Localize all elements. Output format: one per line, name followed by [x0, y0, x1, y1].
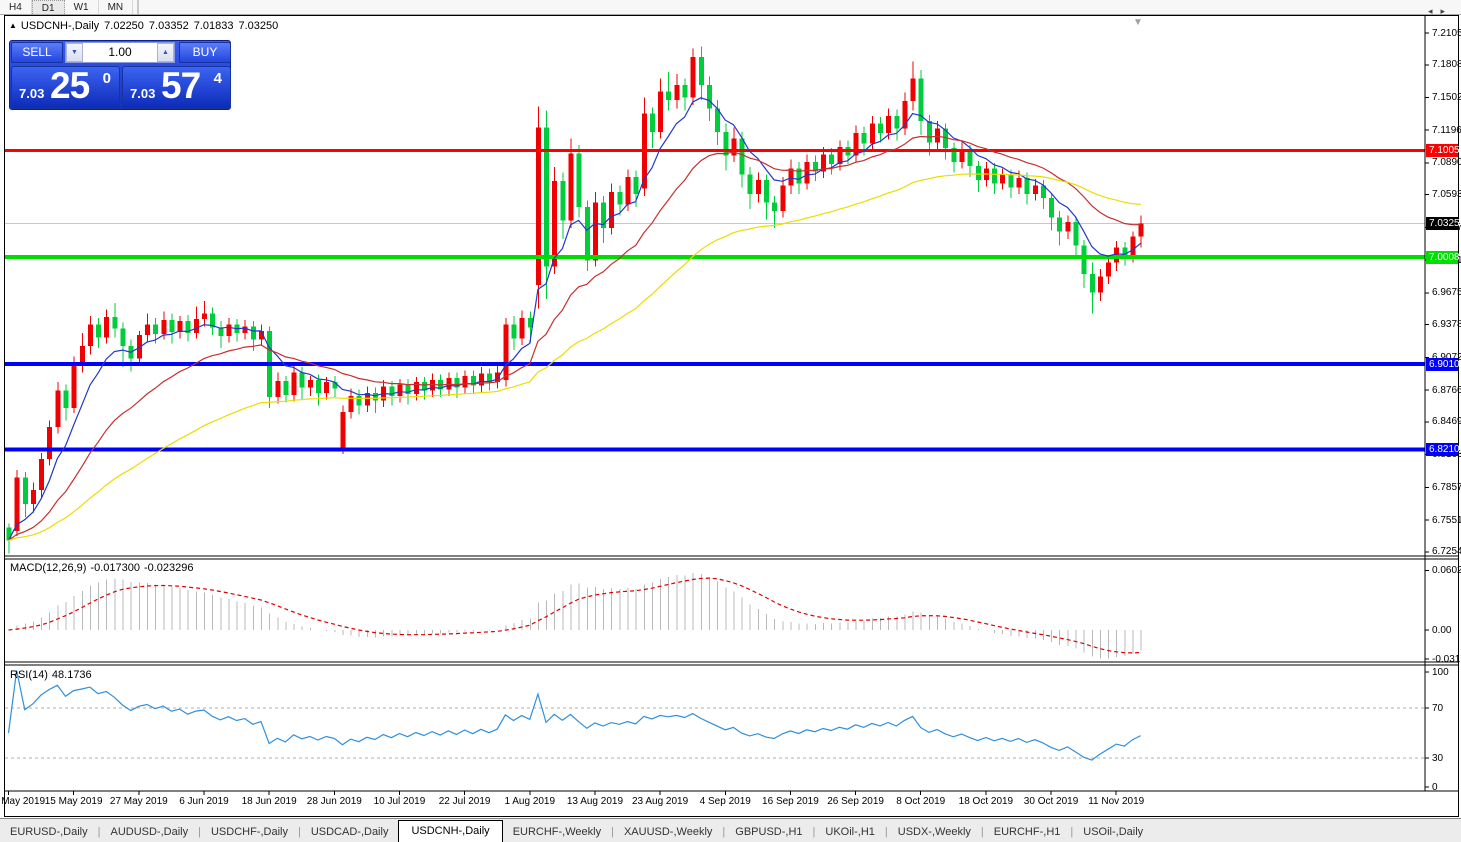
- chart-title: ▲ USDCNH-,Daily 7.02250 7.03352 7.01833 7.032…: [9, 20, 283, 32]
- price-tick-7.08900: 7.08900: [1432, 157, 1461, 168]
- tab-eurchf--weekly[interactable]: EURCHF-,Weekly: [503, 822, 611, 842]
- buy-price-prefix: 7.03: [130, 86, 155, 101]
- ohlc-high: 7.03352: [149, 20, 189, 32]
- rsi-tick-30: 30: [1432, 753, 1443, 764]
- volume-stepper: ▼ 1.00 ▲: [65, 42, 175, 63]
- sell-price-prefix: 7.03: [19, 86, 44, 101]
- tab-audusd--daily[interactable]: AUDUSD-,Daily: [100, 822, 198, 842]
- volume-input[interactable]: 1.00: [83, 43, 157, 62]
- tab-usdchf--daily[interactable]: USDCHF-,Daily: [201, 822, 298, 842]
- tab-ukoil--h1[interactable]: UKOil-,H1: [815, 822, 885, 842]
- price-tick-6.96750: 6.96750: [1432, 287, 1461, 298]
- tab-usdcad--daily[interactable]: USDCAD-,Daily: [301, 822, 399, 842]
- timeframe-button-w1[interactable]: W1: [65, 0, 99, 14]
- chart-canvas[interactable]: [5, 16, 1458, 816]
- price-badge-6.82103: 6.82103: [1426, 443, 1458, 456]
- macd-tick--0.031725: -0.031725: [1432, 654, 1461, 665]
- price-tick-6.78570: 6.78570: [1432, 482, 1461, 493]
- macd-label: MACD(12,26,9) -0.017300 -0.023296: [10, 562, 198, 574]
- tab-usoil--daily[interactable]: USOil-,Daily: [1073, 822, 1153, 842]
- timeframe-toolbar: H4D1W1MN: [0, 0, 1461, 15]
- rsi-tick-70: 70: [1432, 703, 1443, 714]
- ohlc-open: 7.02250: [104, 20, 144, 32]
- rsi-value: 48.1736: [52, 669, 92, 681]
- chart-client-area: ▲USDCNH-,Daily7.022507.033527.018337.032…: [5, 16, 1458, 816]
- rsi-tick-100: 100: [1432, 667, 1449, 678]
- price-tick-7.15020: 7.15020: [1432, 92, 1461, 103]
- timeframe-button-h4[interactable]: H4: [0, 0, 32, 14]
- sell-price-main: 25: [50, 65, 89, 107]
- chart-shift-marker-icon[interactable]: ▼: [1133, 17, 1143, 28]
- tab-eurchf--h1[interactable]: EURCHF-,H1: [984, 822, 1071, 842]
- rsi-line: [9, 671, 1141, 761]
- price-tick-7.11960: 7.11960: [1432, 125, 1461, 136]
- price-badge-6.90100: 6.90100: [1426, 358, 1458, 371]
- volume-decrease-icon[interactable]: ▼: [66, 43, 83, 62]
- price-badge-7.00089: 7.00089: [1426, 251, 1458, 264]
- buy-price-box[interactable]: 7.03 57 4: [122, 66, 231, 109]
- trade-panel-top-row: SELL ▼ 1.00 ▲ BUY: [10, 41, 232, 64]
- price-tick-7.21050: 7.21050: [1432, 28, 1461, 39]
- sell-price-pipette: 0: [103, 70, 111, 87]
- sell-price-box[interactable]: 7.03 25 0: [11, 66, 120, 109]
- buy-price-main: 57: [161, 65, 200, 107]
- macd-signal-line: [9, 578, 1141, 653]
- rsi-name: RSI(14): [10, 669, 48, 681]
- tab-gbpusd--h1[interactable]: GBPUSD-,H1: [725, 822, 812, 842]
- price-badge-7.03250: 7.03250: [1426, 217, 1458, 230]
- price-tick-7.05930: 7.05930: [1432, 189, 1461, 200]
- ma-line-20: [9, 136, 1141, 540]
- collapse-panel-icon[interactable]: ▲: [9, 21, 17, 30]
- tab-eurusd--daily[interactable]: EURUSD-,Daily: [0, 822, 98, 842]
- macd-tick-0.00: 0.00: [1432, 625, 1451, 636]
- timeframe-button-mn[interactable]: MN: [99, 0, 134, 14]
- buy-price-pipette: 4: [214, 70, 222, 87]
- price-tick-7.18080: 7.18080: [1432, 59, 1461, 70]
- chart-window: ▲USDCNH-,Daily7.022507.033527.018337.032…: [4, 15, 1459, 817]
- macd-main-value: -0.017300: [90, 562, 140, 574]
- timeframe-button-d1[interactable]: D1: [32, 0, 65, 14]
- rsi-tick-0: 0: [1432, 782, 1438, 793]
- ma-line-50: [9, 174, 1141, 541]
- price-badge-7.10051: 7.10051: [1426, 144, 1458, 157]
- ohlc-low: 7.01833: [194, 20, 234, 32]
- ohlc-close: 7.03250: [238, 20, 278, 32]
- candles: [7, 46, 1144, 553]
- tab-usdcnh--daily[interactable]: USDCNH-,Daily: [398, 820, 502, 842]
- price-tick-6.87660: 6.87660: [1432, 385, 1461, 396]
- tab-usdx--weekly[interactable]: USDX-,Weekly: [888, 822, 981, 842]
- volume-increase-icon[interactable]: ▲: [157, 43, 174, 62]
- one-click-trade-panel: SELL ▼ 1.00 ▲ BUY 7.03 25 0 7.03 57 4: [9, 40, 231, 110]
- date-label-136: 11 Nov 2019: [1074, 796, 1158, 807]
- buy-button[interactable]: BUY: [179, 42, 231, 63]
- toolbar-separator: [137, 0, 139, 14]
- sell-button[interactable]: SELL: [11, 42, 63, 63]
- price-tick-6.72540: 6.72540: [1432, 546, 1461, 557]
- price-tick-6.84690: 6.84690: [1432, 416, 1461, 427]
- tab-xauusd--weekly[interactable]: XAUUSD-,Weekly: [614, 822, 722, 842]
- rsi-label: RSI(14) 48.1736: [10, 669, 96, 681]
- price-tick-6.93780: 6.93780: [1432, 319, 1461, 330]
- macd-name: MACD(12,26,9): [10, 562, 86, 574]
- tab-scroll-arrows[interactable]: ◂▸: [1428, 6, 1453, 17]
- price-tick-6.75510: 6.75510: [1432, 515, 1461, 526]
- chart-symbol-label: USDCNH-,Daily: [21, 20, 99, 32]
- chart-tab-bar: EURUSD-,Daily|AUDUSD-,Daily|USDCHF-,Dail…: [0, 818, 1461, 842]
- macd-tick-0.060273: 0.060273: [1432, 565, 1461, 576]
- macd-signal-value: -0.023296: [144, 562, 194, 574]
